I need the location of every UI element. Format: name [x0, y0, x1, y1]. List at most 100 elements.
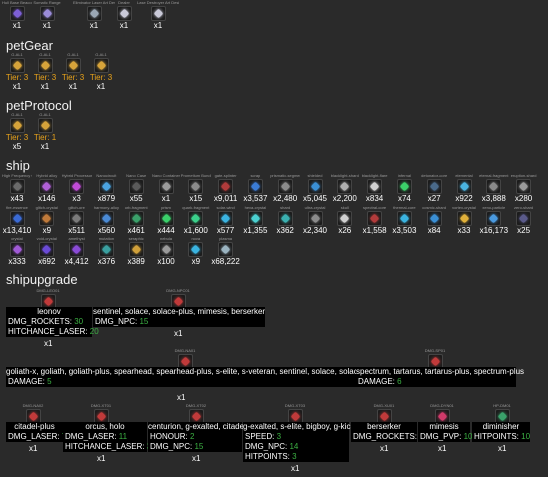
upgrade-code-label: DMG-NA01 — [174, 348, 196, 353]
inventory-item[interactable]: Dealer x1 — [109, 0, 139, 31]
inventory-item[interactable]: quark-fragment x1,600 — [181, 205, 211, 236]
stat-value: 15 — [139, 317, 149, 326]
inventory-item[interactable]: hexa-crystal x1,355 — [240, 205, 270, 236]
inventory-item[interactable]: void-crystal x692 — [32, 236, 62, 267]
inventory-item[interactable]: zero-shard x25 — [509, 205, 539, 236]
upgrade-code-label: DMG-DYN01 — [430, 403, 454, 408]
inventory-item[interactable]: plasma x68,222 — [211, 236, 241, 267]
inventory-item[interactable]: glitch-crystal x9 — [32, 205, 62, 236]
inventory-item[interactable]: seraphic x389 — [121, 236, 151, 267]
item-icon — [218, 242, 234, 257]
upgrade-card[interactable]: sentinel, solace, solace-plus, mimesis, … — [93, 307, 265, 327]
inventory-item[interactable]: prismatic-segment x2,480 — [270, 173, 300, 204]
inventory-item[interactable]: harmony-alloy x560 — [91, 205, 121, 236]
inventory-item[interactable]: cosmic-shard x84 — [419, 205, 449, 236]
inventory-item[interactable]: shard x362 — [270, 205, 300, 236]
inventory-item[interactable]: crystal x333 — [2, 236, 32, 267]
upgrade-card[interactable]: orcus, holo DMG_LASER: 11 HITCHANCE_LASER:… — [63, 422, 151, 452]
upgrade-stat-row: HITCHANCE_LASER: 3 — [63, 442, 151, 452]
inventory-item[interactable]: G-AL1 Tier: 3 x5 — [2, 112, 32, 152]
item-icon — [39, 6, 55, 21]
inventory-item[interactable]: blacklight-flare x834 — [360, 173, 390, 204]
item-icon — [150, 6, 166, 21]
inventory-item[interactable]: spectral-core x1,558 — [360, 205, 390, 236]
stat-name: DMG_ROCKETS: — [353, 432, 420, 441]
inventory-item[interactable]: scrap x3,537 — [240, 173, 270, 204]
item-icon — [9, 6, 25, 21]
item-icon — [65, 58, 81, 73]
inventory-item[interactable]: G-AL1 Tier: 1 x1 — [30, 112, 60, 152]
item-label: Nano Container — [151, 173, 181, 178]
inventory-item[interactable]: xeno-particle x16,173 — [479, 205, 509, 236]
inventory-item[interactable]: Hybrid Processor x3 — [62, 173, 92, 204]
inventory-item[interactable]: Nano Case x55 — [121, 173, 151, 204]
inventory-item[interactable]: glitch-ore x511 — [62, 205, 92, 236]
item-label: Hybrid Processor — [61, 173, 92, 178]
inventory-item[interactable]: vortex-crystal x33 — [449, 205, 479, 236]
upgrade-card[interactable]: mimesis DMG_PVP: 10 — [418, 422, 472, 442]
stat-value: 15 — [194, 442, 204, 451]
item-quantity: x1,355 — [243, 226, 268, 235]
inventory-item[interactable]: Hull Base Beacon x1 — [2, 0, 32, 31]
item-label: Prometium Bundle — [180, 173, 211, 178]
upgrade-stat-row: DMG_LASER: 7 — [6, 432, 66, 442]
inventory-item[interactable]: High Frequency Cable x43 — [2, 173, 32, 204]
inventory-item[interactable]: thermal-core x3,503 — [389, 205, 419, 236]
inventory-item[interactable]: shielded x5,045 — [300, 173, 330, 204]
inventory-item[interactable]: Prometium Bundle x15 — [181, 173, 211, 204]
inventory-item[interactable]: Hybrid alloy x146 — [32, 173, 62, 204]
item-label: xeno-particle — [482, 205, 506, 210]
upgrade-stat-row: DAMAGE: 6 — [356, 377, 516, 387]
item-label: void-crystal — [36, 236, 57, 241]
inventory-item[interactable]: G-AL1 Tier: 3 x1 — [86, 52, 116, 92]
inventory-item[interactable]: infernal x74 — [389, 173, 419, 204]
inventory-item[interactable]: orb-fragment x461 — [121, 205, 151, 236]
inventory-item[interactable]: ultra-crystal x2,340 — [300, 205, 330, 236]
upgrade-card[interactable]: g-exalted, s-elite, bigboy, g-kick SPEED:… — [243, 422, 354, 462]
inventory-item[interactable]: solar-wind x577 — [211, 205, 241, 236]
inventory-item[interactable]: detonator-core x27 — [419, 173, 449, 204]
item-label: G-AL1 — [11, 52, 23, 57]
inventory-item[interactable]: nebula x100 — [151, 236, 181, 267]
upgrade-card[interactable]: citadel-plusDMG_LASER: 7 — [6, 422, 66, 442]
upgrade-card[interactable]: diminisher HITPOINTS: 10 — [472, 422, 530, 442]
item-icon — [37, 58, 53, 73]
inventory-item[interactable]: Nanocircuit x879 — [91, 173, 121, 204]
inventory-item[interactable]: eruption-shard x280 — [509, 173, 539, 204]
inventory-item[interactable]: mutation x376 — [91, 236, 121, 267]
inventory-item[interactable]: gate-splinter x9,011 — [211, 173, 241, 204]
item-tier: Tier: 3 — [33, 73, 57, 82]
inventory-item[interactable]: eternal-fragment x3,888 — [479, 173, 509, 204]
item-quantity: x1 — [40, 82, 50, 91]
upgrade-card[interactable]: berserkerDMG_ROCKETS: 7 — [351, 422, 424, 442]
item-tier: Tier: 3 — [5, 133, 29, 142]
inventory-item[interactable]: G-AL1 Tier: 3 x1 — [58, 52, 88, 92]
inventory-item[interactable]: Lase Destroyer Art Design x1 — [137, 0, 179, 31]
upgrade-card[interactable]: leonov DMG_ROCKETS: 30 HITCHANCE_LASER: 20 — [6, 307, 99, 337]
upgrade-card[interactable]: spectrum, tartarus, tartarus-plus, spect… — [356, 367, 524, 387]
inventory-item[interactable]: Somatic Range x1 — [32, 0, 62, 31]
inventory-item[interactable]: fire-essence x13,410 — [2, 205, 32, 236]
inventory-item[interactable]: elemental x922 — [449, 173, 479, 204]
inventory-item[interactable]: G-AL1 Tier: 3 x1 — [30, 52, 60, 92]
upgrade-quantity: x1 — [174, 329, 183, 338]
upgrade-card[interactable]: centurion, g-exalted, citadel HONOUR: 2 DM… — [148, 422, 246, 452]
inventory-item[interactable]: prism x444 — [151, 205, 181, 236]
inventory-item[interactable]: G-AL1 Tier: 3 x1 — [2, 52, 32, 92]
upgrade-node-icon-group: DMG-NPC01 — [158, 288, 198, 309]
item-icon — [128, 179, 144, 194]
upgrade-stat-row: DMG_LASER: 11 — [63, 432, 147, 442]
item-icon — [128, 211, 144, 226]
item-label: nova — [191, 236, 201, 241]
upgrade-card[interactable]: goliath-x, goliath, goliath-plus, spearh… — [6, 367, 380, 387]
inventory-item[interactable]: skull x26 — [330, 205, 360, 236]
item-icon — [9, 211, 25, 226]
inventory-item[interactable]: blacklight-shard x2,200 — [330, 173, 360, 204]
inventory-item[interactable]: Nano Container x1 — [151, 173, 181, 204]
upgrade-ship-list: leonov — [37, 307, 61, 316]
item-quantity: x333 — [8, 257, 26, 266]
item-icon — [188, 242, 204, 257]
inventory-item[interactable]: amethyst x4,412 — [62, 236, 92, 267]
item-icon — [9, 58, 25, 73]
inventory-item[interactable]: nova x9 — [181, 236, 211, 267]
